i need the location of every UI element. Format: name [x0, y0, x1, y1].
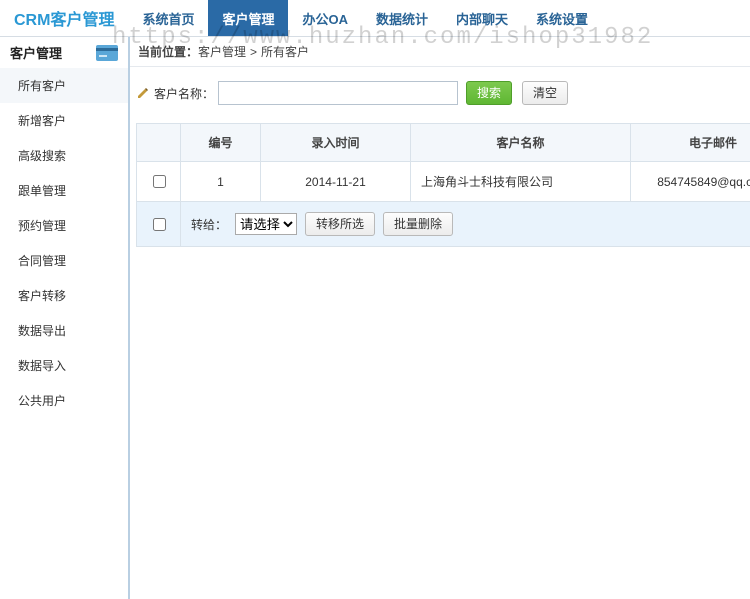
top-bar: CRM客户管理 系统首页 客户管理 办公OA 数据统计 内部聊天 系统设置: [0, 0, 750, 37]
nav-chat[interactable]: 内部聊天: [442, 0, 522, 36]
sidebar-item-public-users[interactable]: 公共用户: [0, 383, 128, 418]
sidebar: 客户管理 所有客户 新增客户 高级搜索 跟单管理 预约管理 合同管理 客户转移 …: [0, 37, 130, 599]
breadcrumb-a[interactable]: 客户管理: [198, 45, 246, 59]
cell-email: 854745849@qq.com: [631, 162, 750, 202]
sidebar-item-new-customer[interactable]: 新增客户: [0, 103, 128, 138]
customer-table: 编号 录入时间 客户名称 电子邮件 1 2014-11-21 上海角斗士科技有限…: [136, 123, 750, 247]
nav-settings[interactable]: 系统设置: [522, 0, 602, 36]
breadcrumb: 当前位置：客户管理 > 所有客户: [130, 37, 750, 67]
table-header-row: 编号 录入时间 客户名称 电子邮件: [137, 124, 750, 162]
search-row: 客户名称： 搜索 清空: [130, 67, 750, 123]
brand-title: CRM客户管理: [0, 6, 128, 30]
row-checkbox[interactable]: [153, 175, 166, 188]
sidebar-list: 所有客户 新增客户 高级搜索 跟单管理 预约管理 合同管理 客户转移 数据导出 …: [0, 68, 128, 418]
pencil-icon: [136, 86, 150, 100]
col-header-email: 电子邮件: [631, 124, 750, 162]
cell-id: 1: [181, 162, 261, 202]
search-label: 客户名称：: [154, 85, 214, 102]
nav-home[interactable]: 系统首页: [128, 0, 208, 36]
search-button[interactable]: 搜索: [466, 81, 512, 105]
table-row: 1 2014-11-21 上海角斗士科技有限公司 854745849@qq.co…: [137, 162, 750, 202]
nav-oa[interactable]: 办公OA: [288, 0, 362, 36]
transfer-selected-button[interactable]: 转移所选: [305, 212, 375, 236]
nav-customer[interactable]: 客户管理: [208, 0, 288, 36]
cell-name[interactable]: 上海角斗士科技有限公司: [411, 162, 631, 202]
sidebar-item-import[interactable]: 数据导入: [0, 348, 128, 383]
top-nav: 系统首页 客户管理 办公OA 数据统计 内部聊天 系统设置: [128, 0, 602, 36]
sidebar-item-transfer[interactable]: 客户转移: [0, 278, 128, 313]
col-header-date: 录入时间: [261, 124, 411, 162]
col-header-checkbox: [137, 124, 181, 162]
breadcrumb-b: 所有客户: [261, 45, 309, 59]
sidebar-item-contract[interactable]: 合同管理: [0, 243, 128, 278]
card-icon: [96, 45, 118, 61]
sidebar-title: 客户管理: [10, 43, 62, 62]
sidebar-item-all-customers[interactable]: 所有客户: [0, 68, 128, 103]
clear-button[interactable]: 清空: [522, 81, 568, 105]
main-content: 当前位置：客户管理 > 所有客户 客户名称： 搜索 清空 编号 录入时间 客户名称: [130, 37, 750, 599]
transfer-label: 转给：: [191, 216, 227, 233]
sidebar-header: 客户管理: [0, 37, 128, 68]
breadcrumb-sep: >: [250, 45, 257, 59]
breadcrumb-prefix: 当前位置：: [138, 45, 198, 59]
select-all-checkbox[interactable]: [153, 218, 166, 231]
cell-date: 2014-11-21: [261, 162, 411, 202]
search-input[interactable]: [218, 81, 458, 105]
sidebar-item-advanced-search[interactable]: 高级搜索: [0, 138, 128, 173]
nav-stats[interactable]: 数据统计: [362, 0, 442, 36]
sidebar-item-export[interactable]: 数据导出: [0, 313, 128, 348]
table-footer-row: 转给： 请选择 转移所选 批量删除: [137, 202, 750, 247]
transfer-select[interactable]: 请选择: [235, 213, 297, 235]
col-header-id: 编号: [181, 124, 261, 162]
col-header-name: 客户名称: [411, 124, 631, 162]
sidebar-item-appointment[interactable]: 预约管理: [0, 208, 128, 243]
sidebar-item-order-tracking[interactable]: 跟单管理: [0, 173, 128, 208]
bulk-delete-button[interactable]: 批量删除: [383, 212, 453, 236]
